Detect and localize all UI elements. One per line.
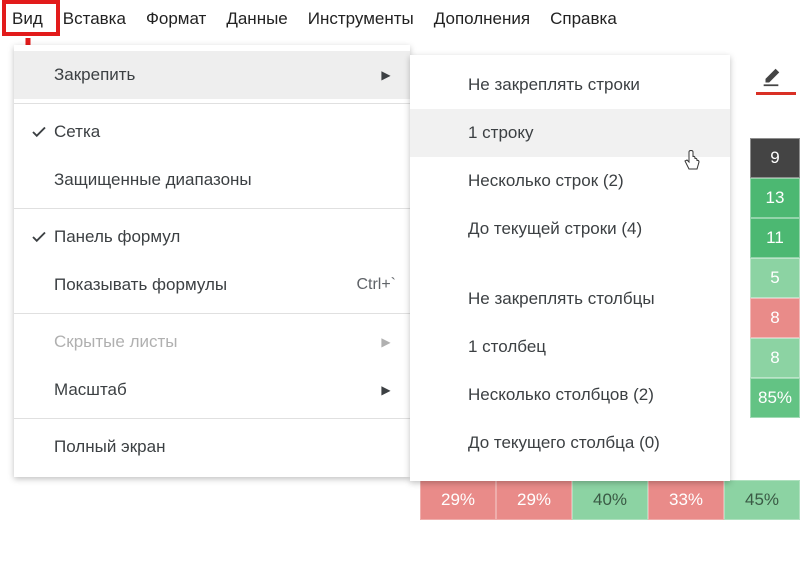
cell[interactable]: 8 (750, 338, 800, 378)
cell[interactable]: 85% (750, 378, 800, 418)
cell[interactable]: 33% (648, 480, 724, 520)
submenu-item-no-rows[interactable]: Не закреплять строки (410, 61, 730, 109)
menu-shortcut: Ctrl+` (356, 276, 396, 294)
menu-label: Показывать формулы (54, 275, 346, 295)
submenu-label: Не закреплять столбцы (468, 289, 655, 309)
submenu-item-multi-rows[interactable]: Несколько строк (2) (410, 157, 730, 205)
submenu-label: 1 строку (468, 123, 534, 143)
submenu-item-multi-cols[interactable]: Несколько столбцов (2) (410, 371, 730, 419)
menu-item-zoom[interactable]: Масштаб ▶ (14, 366, 410, 414)
color-underline (756, 92, 796, 95)
submenu-item-upto-row[interactable]: До текущей строки (4) (410, 205, 730, 253)
menubar-item-data[interactable]: Данные (216, 3, 297, 35)
freeze-submenu: Не закреплять строки 1 строку Несколько … (410, 55, 730, 481)
cell[interactable]: 11 (750, 218, 800, 258)
submenu-label: До текущей строки (4) (468, 219, 642, 239)
menu-separator (14, 103, 410, 104)
menubar: Вид Вставка Формат Данные Инструменты До… (0, 0, 800, 38)
menu-item-formula-bar[interactable]: Панель формул (14, 213, 410, 261)
submenu-arrow-icon: ▶ (376, 383, 396, 397)
submenu-label: 1 столбец (468, 337, 546, 357)
check-icon (24, 123, 54, 141)
submenu-label: Не закреплять строки (468, 75, 640, 95)
cell[interactable]: 9 (750, 138, 800, 178)
menu-item-protected-ranges[interactable]: Защищенные диапазоны (14, 156, 410, 204)
submenu-gap (410, 253, 730, 275)
submenu-label: До текущего столбца (0) (468, 433, 660, 453)
view-menu-dropdown: Закрепить ▶ Сетка Защищенные диапазоны П… (14, 45, 410, 477)
check-icon (24, 228, 54, 246)
submenu-label: Несколько строк (2) (468, 171, 624, 191)
menu-label: Масштаб (54, 380, 376, 400)
menu-separator (14, 208, 410, 209)
cell[interactable]: 45% (724, 480, 800, 520)
menu-label: Скрытые листы (54, 332, 376, 352)
menu-item-grid[interactable]: Сетка (14, 108, 410, 156)
menubar-item-view[interactable]: Вид (2, 3, 53, 35)
menu-item-freeze[interactable]: Закрепить ▶ (14, 51, 410, 99)
cell[interactable]: 29% (496, 480, 572, 520)
submenu-arrow-icon: ▶ (376, 335, 396, 349)
submenu-item-one-row[interactable]: 1 строку (410, 109, 730, 157)
submenu-item-upto-col[interactable]: До текущего столбца (0) (410, 419, 730, 467)
submenu-label: Несколько столбцов (2) (468, 385, 654, 405)
menubar-item-addons[interactable]: Дополнения (424, 3, 540, 35)
cell[interactable]: 40% (572, 480, 648, 520)
menu-label: Панель формул (54, 227, 396, 247)
paint-bucket-icon[interactable] (760, 66, 782, 94)
menu-item-fullscreen[interactable]: Полный экран (14, 423, 410, 471)
menubar-item-tools[interactable]: Инструменты (298, 3, 424, 35)
cell[interactable]: 5 (750, 258, 800, 298)
cell[interactable]: 8 (750, 298, 800, 338)
menu-label: Сетка (54, 122, 396, 142)
menubar-item-insert[interactable]: Вставка (53, 3, 136, 35)
menu-item-hidden-sheets: Скрытые листы ▶ (14, 318, 410, 366)
menu-separator (14, 313, 410, 314)
submenu-arrow-icon: ▶ (376, 68, 396, 82)
menu-item-show-formulas[interactable]: Показывать формулы Ctrl+` (14, 261, 410, 309)
menu-separator (14, 418, 410, 419)
bottom-cell-row: 29% 29% 40% 33% 45% (420, 480, 800, 520)
submenu-item-no-cols[interactable]: Не закреплять столбцы (410, 275, 730, 323)
submenu-item-one-col[interactable]: 1 столбец (410, 323, 730, 371)
menubar-item-format[interactable]: Формат (136, 3, 216, 35)
menu-label: Закрепить (54, 65, 376, 85)
menu-label: Полный экран (54, 437, 396, 457)
cell[interactable]: 13 (750, 178, 800, 218)
cell-strip: 9 13 11 5 8 8 85% (732, 138, 800, 468)
cell[interactable]: 29% (420, 480, 496, 520)
menu-label: Защищенные диапазоны (54, 170, 396, 190)
menubar-item-help[interactable]: Справка (540, 3, 627, 35)
